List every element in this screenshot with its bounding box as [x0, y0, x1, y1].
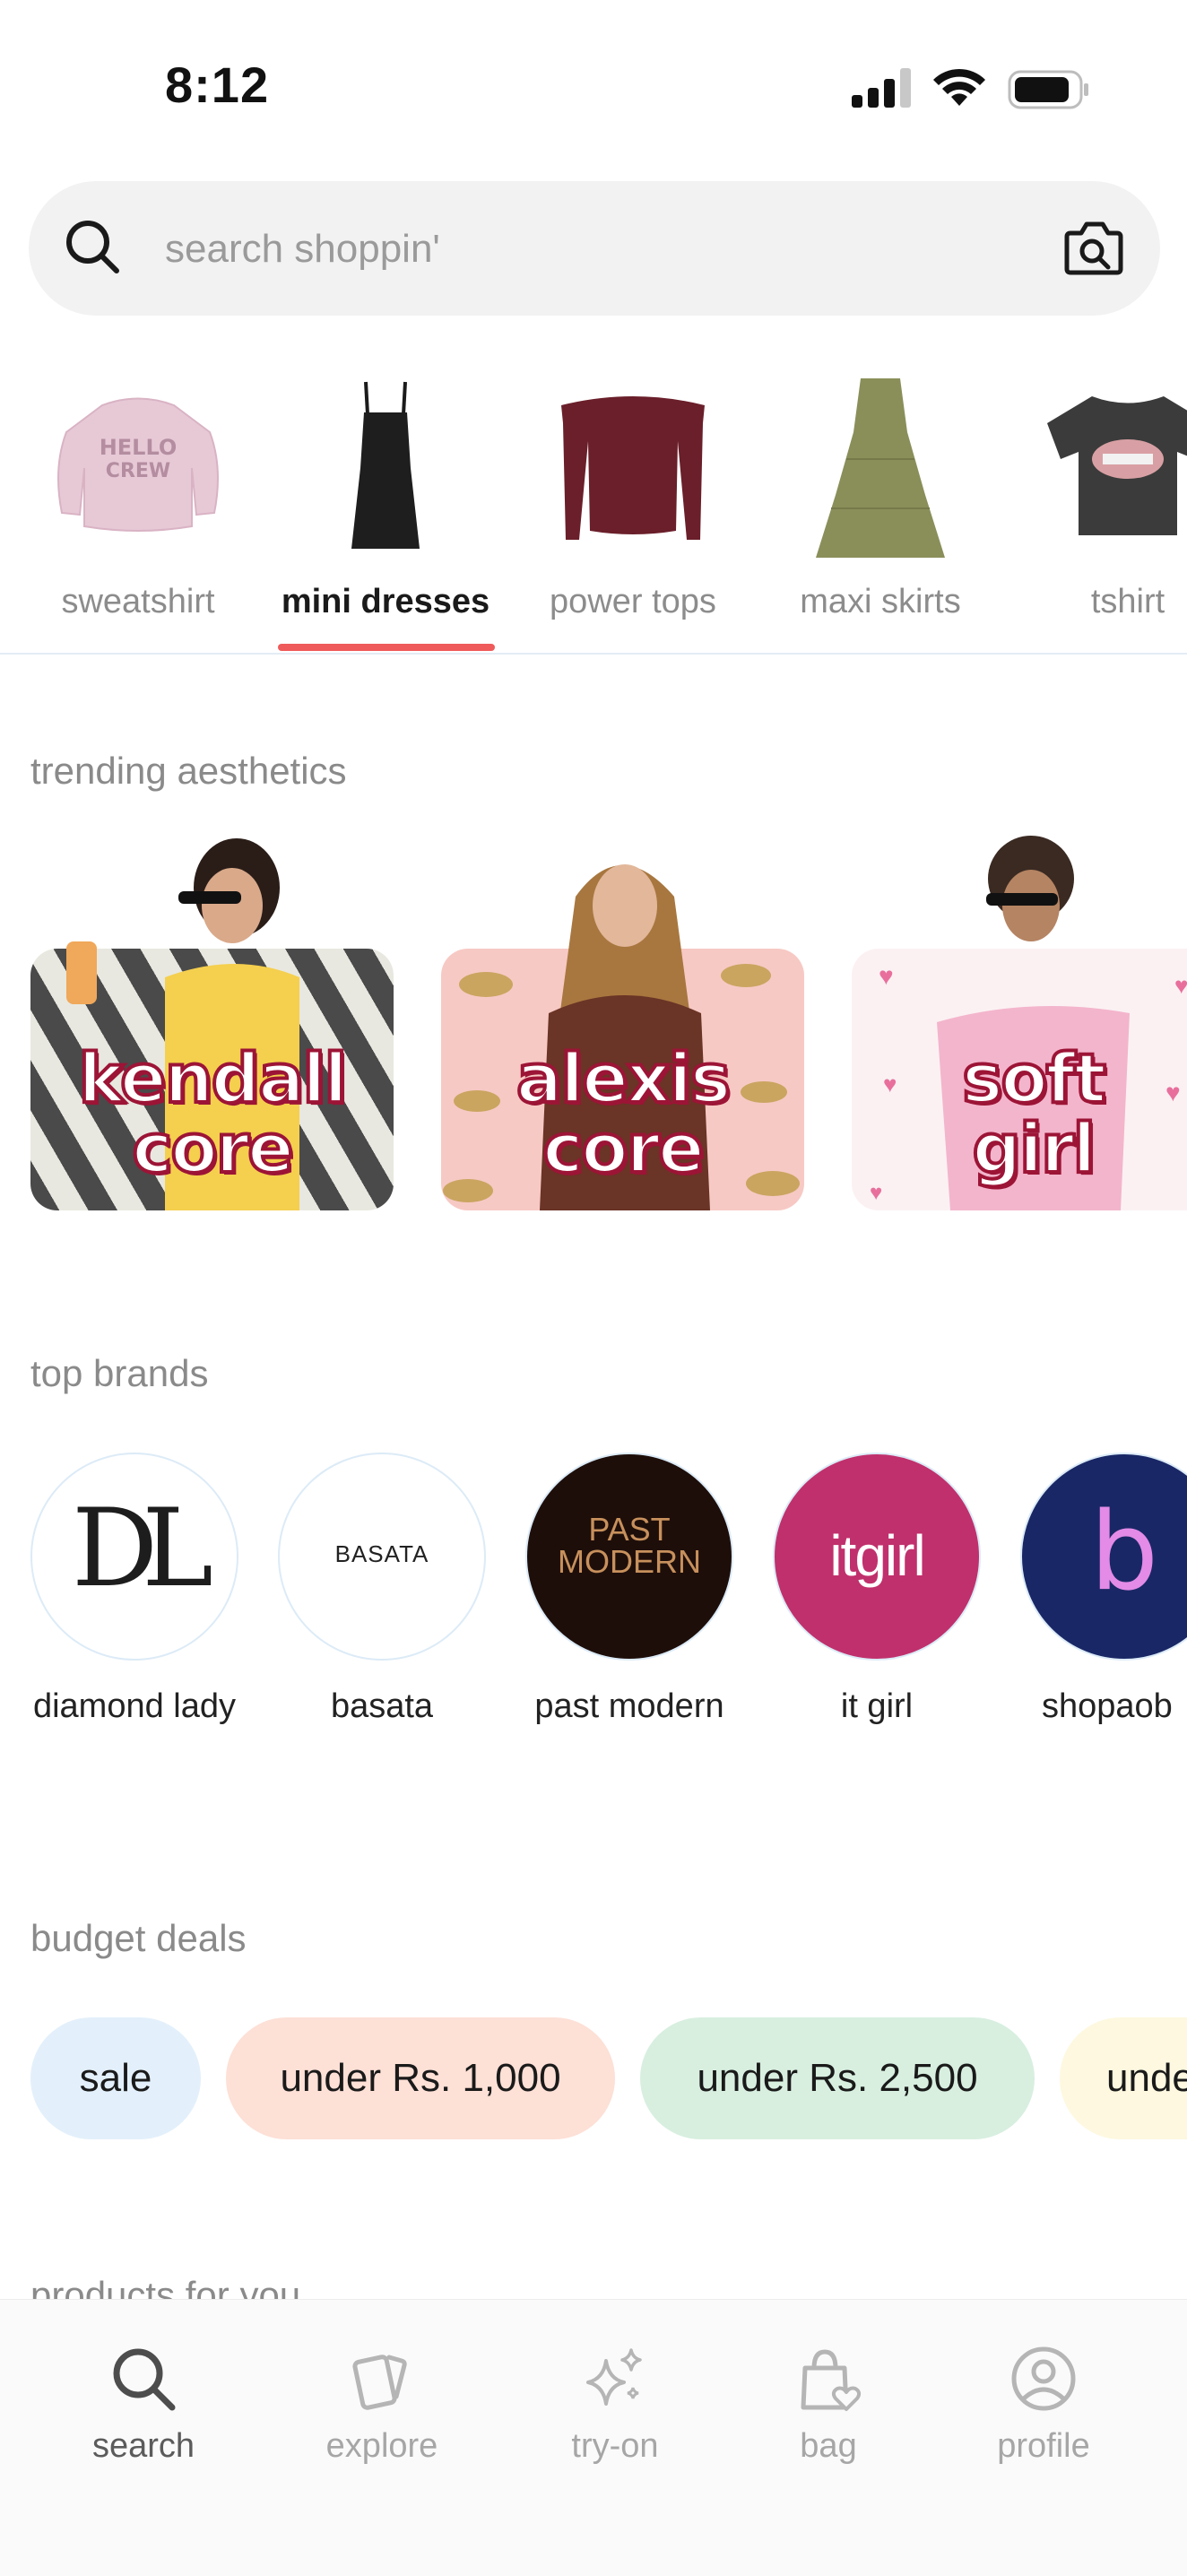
budget-chip-sale[interactable]: sale	[30, 2017, 201, 2139]
shopping-bag-heart-icon	[801, 2349, 862, 2411]
search-icon	[113, 2348, 176, 2411]
search-icon	[66, 221, 119, 273]
budget-chip-under-1000[interactable]: under Rs. 1,000	[226, 2017, 615, 2139]
brand-logo: itgirl	[773, 1453, 981, 1661]
tab-label: profile	[997, 2427, 1090, 2465]
svg-text:CREW: CREW	[106, 460, 170, 482]
cellular-signal-icon	[852, 68, 911, 108]
budget-deals-title: budget deals	[30, 1917, 247, 1959]
search-bar[interactable]	[29, 181, 1160, 316]
svg-text:HELLO: HELLO	[100, 435, 178, 460]
category-label: tshirt	[1090, 583, 1165, 620]
top-brands-title: top brands	[30, 1352, 209, 1394]
search-input[interactable]	[163, 217, 974, 282]
brand-logo: DL	[30, 1453, 238, 1661]
wifi-icon	[933, 68, 985, 106]
category-tshirt[interactable]: tshirt	[1011, 359, 1187, 655]
mini-dress-image	[351, 381, 420, 549]
profile-icon	[1011, 2346, 1076, 2411]
tab-label: search	[91, 2427, 195, 2465]
brand-past-modern[interactable]: PAST MODERN past modern	[522, 1453, 737, 1730]
bottom-tab-bar: search explore try-on bag profile	[0, 2299, 1187, 2576]
category-label: mini dresses	[281, 583, 490, 620]
brand-logo: b	[1020, 1453, 1187, 1661]
aesthetic-card-alexis-core[interactable]: alexis core	[441, 834, 804, 1210]
explore-cards-icon	[352, 2355, 407, 2410]
tab-label: explore	[325, 2427, 438, 2465]
maxi-skirt-image	[816, 378, 945, 558]
brand-name: shopaob	[1042, 1687, 1173, 1725]
tshirt-image	[1047, 396, 1187, 535]
budget-chip-under-more[interactable]: unde	[1060, 2017, 1187, 2139]
category-label: maxi skirts	[800, 583, 961, 620]
active-category-indicator	[278, 644, 495, 651]
brand-shopaob[interactable]: b shopaob	[1017, 1453, 1187, 1730]
diamond-lady-logo-text: DL	[72, 1487, 213, 1611]
aesthetic-title: kendall core	[77, 1038, 350, 1188]
tab-search[interactable]: search	[54, 2343, 233, 2466]
aesthetic-card-soft-girl[interactable]: ♥ ♥ ♥ ♥ ♥ soft girl	[852, 834, 1187, 1210]
battery-icon	[1008, 70, 1088, 109]
category-strip: HELLO CREW sweatshirt mini dresses power…	[0, 359, 1187, 655]
aesthetic-card-kendall-core[interactable]: kendall core	[30, 834, 394, 1210]
tab-try-on[interactable]: try-on	[525, 2343, 705, 2466]
tab-profile[interactable]: profile	[954, 2343, 1133, 2466]
brand-logo: BASATA	[278, 1453, 486, 1661]
sparkles-icon	[586, 2348, 642, 2406]
basata-logo-text: BASATA	[334, 1540, 429, 1567]
status-bar: 8:12	[0, 0, 1187, 170]
sweatshirt-image: HELLO CREW	[57, 397, 219, 532]
brand-name: it girl	[840, 1687, 914, 1725]
shopaob-logo-text: b	[1089, 1490, 1159, 1615]
category-label: sweatshirt	[61, 583, 215, 620]
brand-name: past modern	[534, 1687, 724, 1725]
budget-chip-under-2500[interactable]: under Rs. 2,500	[640, 2017, 1035, 2139]
trending-aesthetics-title: trending aesthetics	[30, 750, 347, 792]
aesthetic-title: soft girl	[960, 1038, 1108, 1188]
tab-label: try-on	[571, 2427, 659, 2465]
brand-diamond-lady[interactable]: DL diamond lady	[27, 1453, 242, 1730]
power-top-image	[561, 396, 705, 540]
camera-search-icon[interactable]	[1061, 217, 1126, 280]
category-maxi-skirts[interactable]: maxi skirts	[764, 359, 997, 655]
category-divider	[0, 653, 1187, 655]
category-power-tops[interactable]: power tops	[516, 359, 749, 655]
tab-explore[interactable]: explore	[292, 2343, 472, 2466]
brand-it-girl[interactable]: itgirl it girl	[769, 1453, 984, 1730]
tab-bag[interactable]: bag	[739, 2343, 918, 2466]
tab-label: bag	[800, 2427, 857, 2465]
category-sweatshirt[interactable]: HELLO CREW sweatshirt	[22, 359, 255, 655]
it-girl-logo-text: itgirl	[829, 1523, 925, 1588]
brand-logo: PAST MODERN	[525, 1453, 733, 1661]
brand-name: basata	[330, 1687, 434, 1725]
aesthetic-title: alexis core	[515, 1038, 732, 1188]
brand-name: diamond lady	[32, 1687, 237, 1725]
status-time: 8:12	[165, 56, 270, 113]
brand-basata[interactable]: BASATA basata	[274, 1453, 490, 1730]
past-modern-logo-text: PAST MODERN	[558, 1511, 701, 1580]
category-label: power tops	[550, 583, 716, 620]
category-mini-dresses[interactable]: mini dresses	[269, 359, 502, 655]
